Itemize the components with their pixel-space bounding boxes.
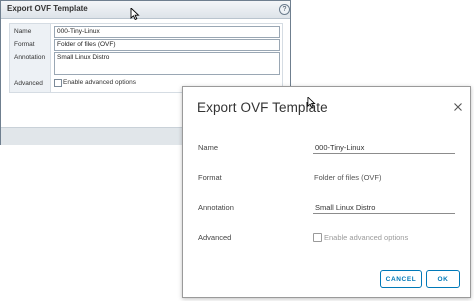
format-value: Folder of files (OVF) — [314, 173, 382, 182]
old-format-label: Format — [14, 41, 35, 48]
old-annotation-label: Annotation — [14, 54, 46, 61]
close-icon[interactable] — [453, 102, 463, 112]
cancel-button[interactable]: CANCEL — [380, 270, 422, 288]
old-dialog-title: Export OVF Template — [7, 4, 88, 13]
old-annotation-field[interactable]: Small Linux Distro — [54, 52, 280, 75]
advanced-options-label[interactable]: Enable advanced options — [324, 233, 408, 242]
old-advanced-label: Advanced — [14, 80, 43, 87]
old-dialog-form: Name 000-Tiny-Linux Format Folder of fil… — [9, 23, 283, 93]
mouse-cursor-icon — [130, 8, 140, 20]
mouse-cursor-icon — [307, 97, 316, 108]
old-format-field[interactable]: Folder of files (OVF) — [54, 39, 280, 51]
name-label: Name — [198, 143, 219, 152]
annotation-label: Annotation — [198, 203, 234, 212]
old-name-field[interactable]: 000-Tiny-Linux — [54, 26, 280, 38]
new-export-ovf-dialog: Export OVF Template Name 000-Tiny-Linux … — [182, 86, 471, 298]
format-label: Format — [198, 173, 222, 182]
old-dialog-titlebar[interactable]: Export OVF Template ? — [1, 1, 290, 19]
old-advanced-checkbox[interactable] — [54, 79, 62, 87]
old-name-label: Name — [14, 28, 32, 35]
advanced-options-checkbox[interactable] — [313, 233, 322, 242]
name-input[interactable]: 000-Tiny-Linux — [313, 142, 455, 154]
annotation-input[interactable]: Small Linux Distro — [313, 202, 455, 214]
ok-button[interactable]: OK — [426, 270, 460, 288]
old-advanced-option-label[interactable]: Enable advanced options — [63, 79, 136, 86]
advanced-label: Advanced — [198, 233, 232, 242]
help-icon[interactable]: ? — [279, 4, 290, 15]
